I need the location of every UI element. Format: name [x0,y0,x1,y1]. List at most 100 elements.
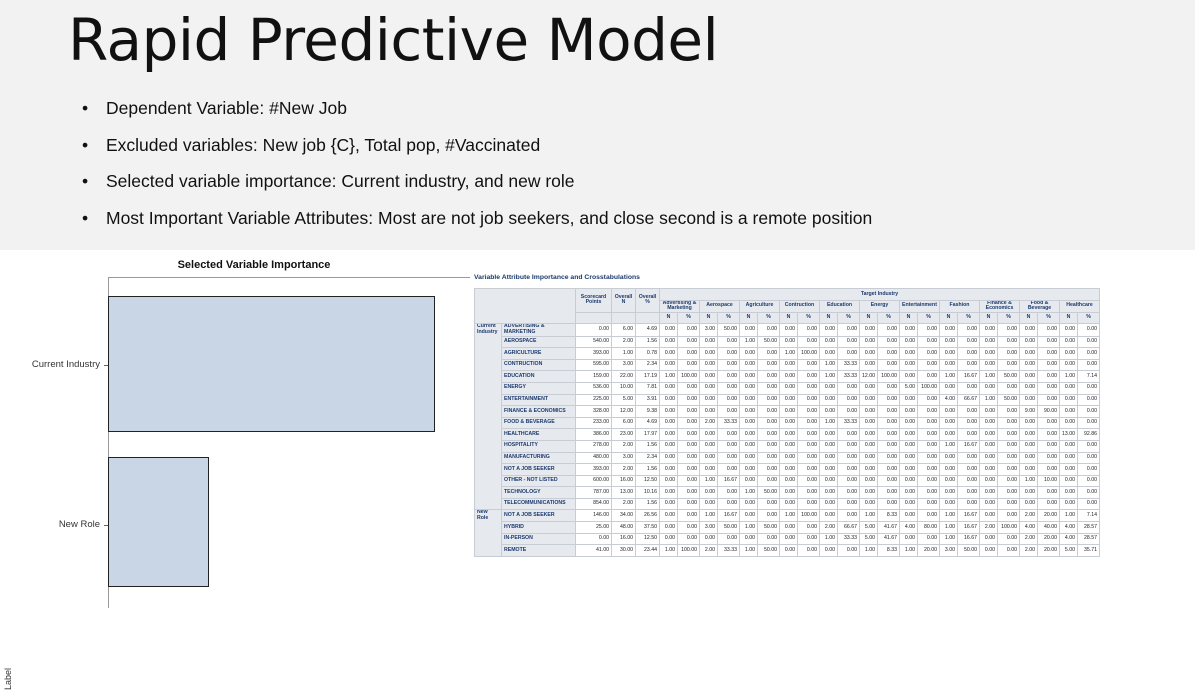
table-cell: 2.00 [1019,532,1038,546]
table-cell: 0.00 [1059,323,1078,337]
table-cell: 0.00 [659,463,678,476]
table-cell: 0.00 [757,428,780,441]
table-cell: 0.00 [677,416,700,430]
table-cell: 0.00 [1077,416,1100,430]
table-cell: 0.00 [717,370,740,383]
scorecard-points-cell: 146.00 [575,509,612,523]
table-cell: 0.00 [677,358,700,372]
scorecard-points-cell: 0.00 [575,323,612,337]
table-cell: 0.00 [859,405,878,418]
table-cell: 0.00 [797,474,820,488]
table-cell: 0.00 [757,451,780,465]
table-cell: 0.00 [957,405,980,418]
table-cell: 0.00 [859,347,878,360]
table-cell: 3.00 [939,544,958,557]
table-cell: 0.00 [819,347,838,360]
overall-n-cell: 23.00 [611,428,636,441]
table-cell: 0.00 [1059,381,1078,395]
table-cell: 50.00 [717,323,740,337]
table-cell: 0.00 [997,474,1020,488]
table-cell: 0.00 [699,428,718,441]
table-cell: 0.00 [677,497,700,511]
table-cell: 0.00 [659,521,678,534]
table-cell: 0.00 [899,416,918,430]
table-cell: 0.00 [739,370,758,383]
table-cell: 0.00 [717,486,740,499]
table-cell: 66.67 [837,521,860,534]
table-cell: 0.00 [1037,347,1060,360]
row-label: OTHER - NOT LISTED [501,474,576,488]
table-cell: 0.00 [979,544,998,557]
crosstab-title: Variable Attribute Importance and Crosst… [474,274,640,281]
table-cell: 0.00 [997,428,1020,441]
table-cell: 0.00 [677,393,700,407]
overall-n-cell: 2.00 [611,335,636,349]
table-cell: 0.00 [1077,463,1100,476]
table-cell: 0.00 [1019,335,1038,349]
table-cell: 100.00 [877,370,900,383]
table-cell: 0.00 [837,439,860,453]
table-cell: 0.00 [1059,405,1078,418]
table-cell: 0.00 [779,463,798,476]
table-cell: 0.00 [659,358,678,372]
overall-pct-cell: 23.44 [635,544,660,557]
table-cell: 0.00 [877,323,900,337]
row-label: HYBRID [501,521,576,534]
row-label: TELECOMMUNICATIONS [501,497,576,511]
table-row: TECHNOLOGY 787.00 13.00 10.16 0.00 0.00 0.00 0.… [475,486,1100,499]
scorecard-points-cell: 480.00 [575,451,612,465]
table-cell: 0.00 [877,451,900,465]
table-cell: 0.00 [837,347,860,360]
table-cell: 0.00 [957,347,980,360]
table-cell: 0.00 [819,509,838,523]
table-cell: 0.00 [699,370,718,383]
table-cell: 13.00 [1059,428,1078,441]
row-label: NOT A JOB SEEKER [501,463,576,476]
pct-header: % [1077,311,1100,325]
table-cell: 0.00 [1019,370,1038,383]
table-cell: 0.00 [659,335,678,349]
table-cell: 0.00 [939,347,958,360]
table-cell: 0.00 [859,486,878,499]
table-cell: 0.00 [997,532,1020,546]
table-cell: 0.00 [717,347,740,360]
table-cell: 16.67 [717,474,740,488]
column-header: Overall N [611,288,636,313]
table-cell: 0.00 [1077,474,1100,488]
table-cell: 0.00 [979,509,998,523]
table-cell: 0.00 [677,405,700,418]
n-header: N [979,311,998,325]
table-cell: 0.00 [979,451,998,465]
table-cell: 0.00 [899,347,918,360]
scorecard-points-cell: 225.00 [575,393,612,407]
table-cell: 20.00 [917,544,940,557]
target-column-header: Entertainment [899,299,940,313]
table-cell: 0.00 [1037,439,1060,453]
table-cell: 0.00 [1077,358,1100,372]
row-label: TECHNOLOGY [501,486,576,499]
table-cell: 0.00 [1077,381,1100,395]
table-cell: 1.00 [779,509,798,523]
table-cell: 0.00 [757,474,780,488]
table-cell: 0.00 [659,347,678,360]
table-cell: 41.67 [877,532,900,546]
table-cell: 0.00 [939,451,958,465]
table-cell: 1.00 [1059,509,1078,523]
table-cell: 0.00 [917,323,940,337]
table-cell: 0.00 [997,405,1020,418]
row-label: REMOTE [501,544,576,557]
table-cell: 0.00 [957,451,980,465]
scorecard-points-cell: 278.00 [575,439,612,453]
table-cell: 20.00 [1037,544,1060,557]
table-cell: 0.00 [739,323,758,337]
table-cell: 0.00 [819,381,838,395]
table-cell: 0.00 [899,451,918,465]
scorecard-points-cell: 540.00 [575,335,612,349]
table-row: REMOTE 41.00 30.00 23.44 1.00 100.00 2.00 33.33… [475,544,1100,557]
column-header: Scorecard Points [575,288,612,313]
overall-pct-cell: 2.34 [635,451,660,465]
row-label: FINANCE & ECONOMICS [501,405,576,418]
table-cell: 0.00 [797,428,820,441]
table-cell: 1.00 [979,370,998,383]
table-cell: 0.00 [899,428,918,441]
